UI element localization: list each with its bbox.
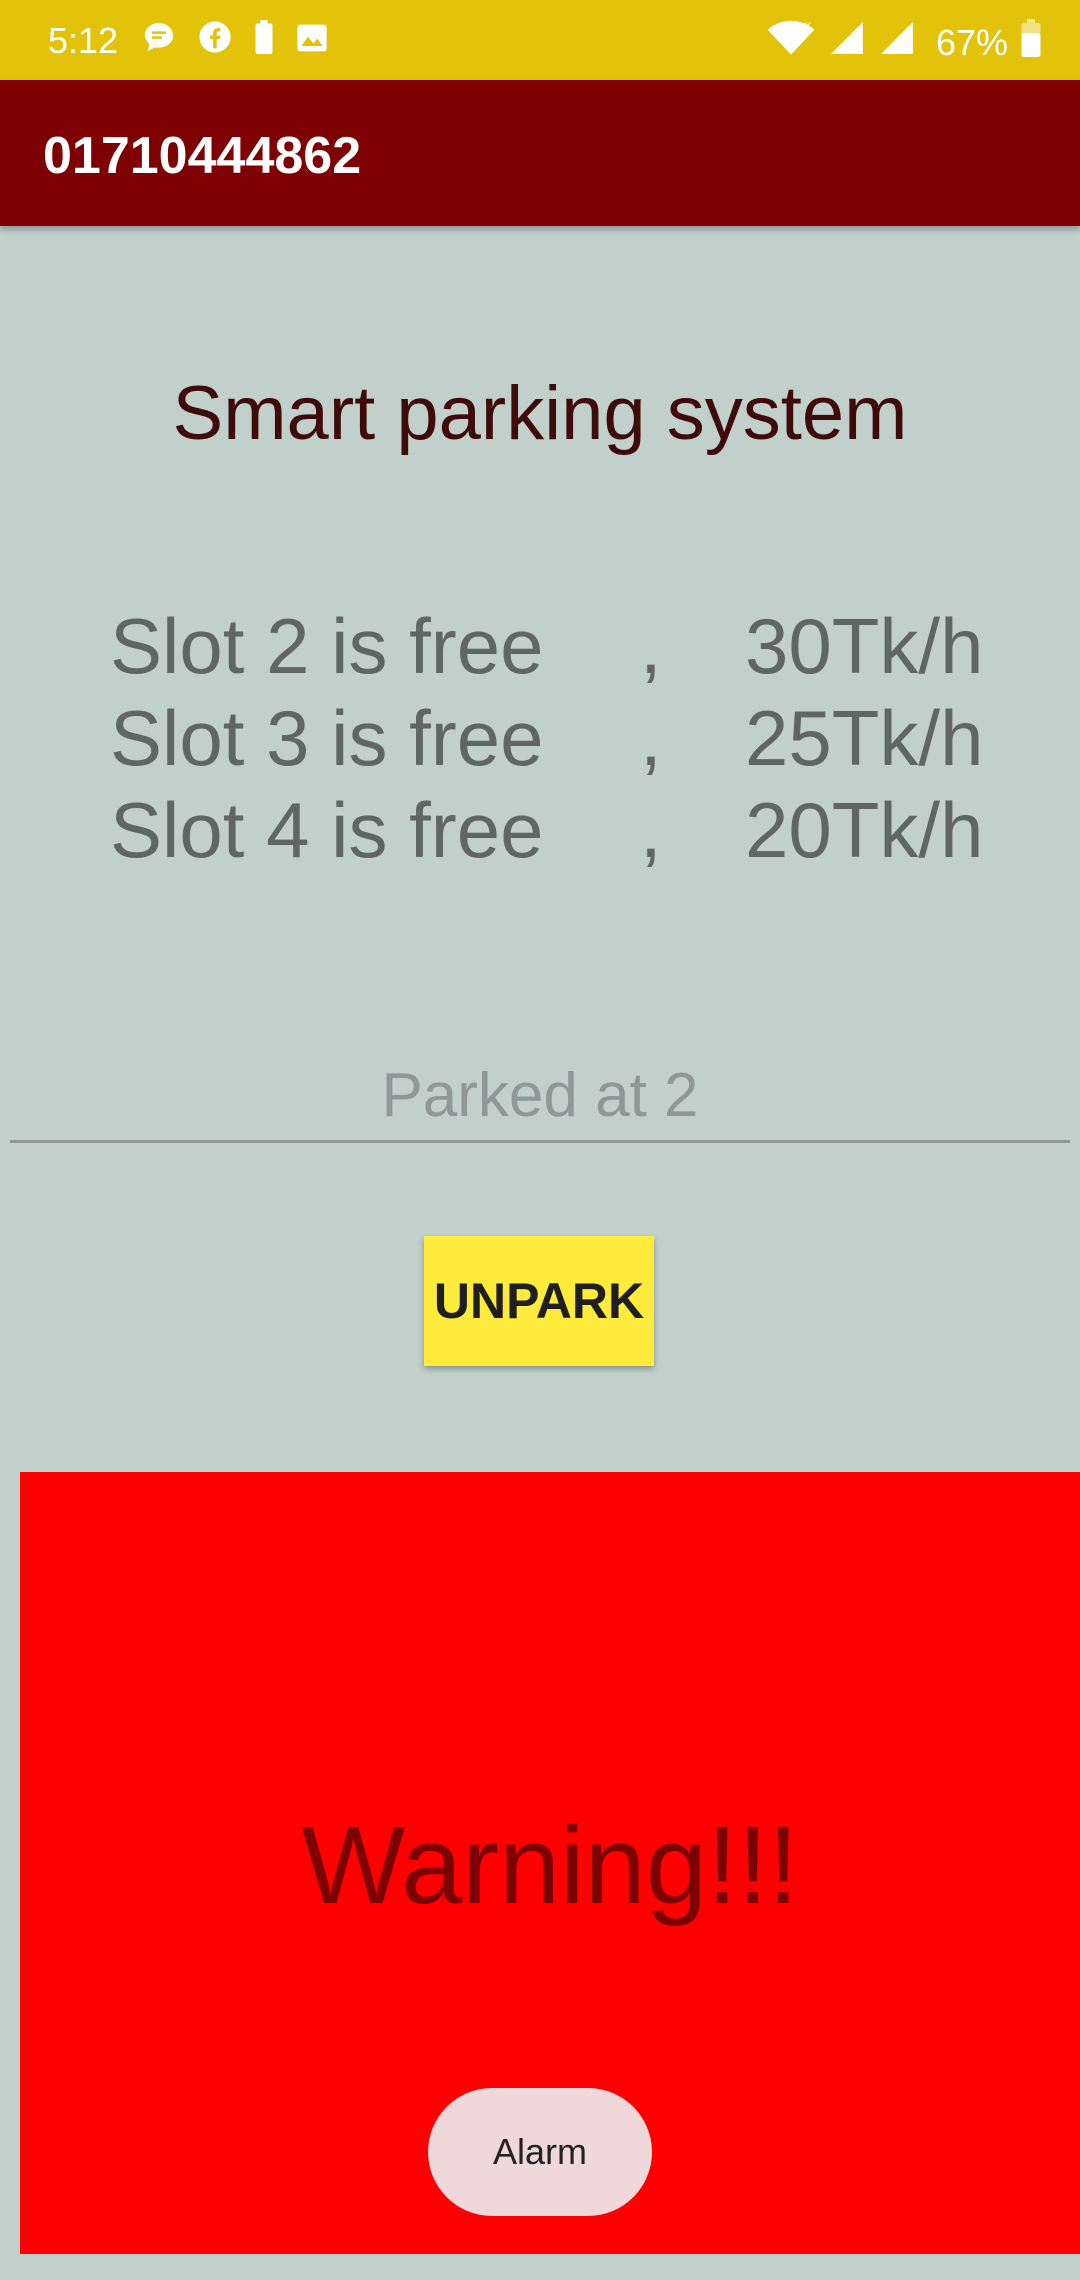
slot-row: Slot 2 is free , 30Tk/h <box>110 600 1010 692</box>
slot-separator: , <box>640 693 662 782</box>
battery-saver-icon <box>254 20 274 63</box>
slot-rate: 30Tk/h <box>745 601 984 690</box>
battery-percent: 67% <box>935 21 1008 63</box>
svg-text:x: x <box>804 18 811 33</box>
app-title: 01710444862 <box>43 127 362 185</box>
slot-row: Slot 4 is free , 20Tk/h <box>110 784 1010 876</box>
unpark-button[interactable]: UNPARK <box>424 1236 654 1366</box>
slot-separator: , <box>640 785 662 874</box>
status-time: 5:12 <box>48 20 119 61</box>
facebook-icon <box>198 20 232 63</box>
status-bar: 5:12 x 67% <box>0 0 1080 80</box>
notification-icons <box>142 20 328 63</box>
slot-row: Slot 3 is free , 25Tk/h <box>110 692 1010 784</box>
slot-status: Slot 2 is free <box>110 601 544 690</box>
chat-bubble-icon <box>142 20 176 63</box>
battery-icon <box>1020 19 1042 66</box>
slot-status: Slot 4 is free <box>110 785 544 874</box>
parked-slot-input[interactable] <box>10 1050 1070 1143</box>
slot-separator: , <box>640 601 662 690</box>
warning-text: Warning!!! <box>301 1804 799 1927</box>
slot-rate: 20Tk/h <box>745 785 984 874</box>
signal-icon <box>878 19 916 66</box>
page-heading: Smart parking system <box>172 371 908 456</box>
warning-panel: Warning!!! Alarm <box>20 1472 1080 2254</box>
wifi-icon: x <box>766 18 816 67</box>
image-icon <box>296 21 328 63</box>
slot-rate: 25Tk/h <box>745 693 984 782</box>
slot-list: Slot 2 is free , 30Tk/h Slot 3 is free ,… <box>110 600 1010 876</box>
system-icons: x 67% <box>766 18 1042 67</box>
slot-status: Slot 3 is free <box>110 693 544 782</box>
signal-icon <box>828 19 866 66</box>
alarm-button[interactable]: Alarm <box>428 2088 652 2216</box>
app-bar: 01710444862 <box>0 80 1080 226</box>
